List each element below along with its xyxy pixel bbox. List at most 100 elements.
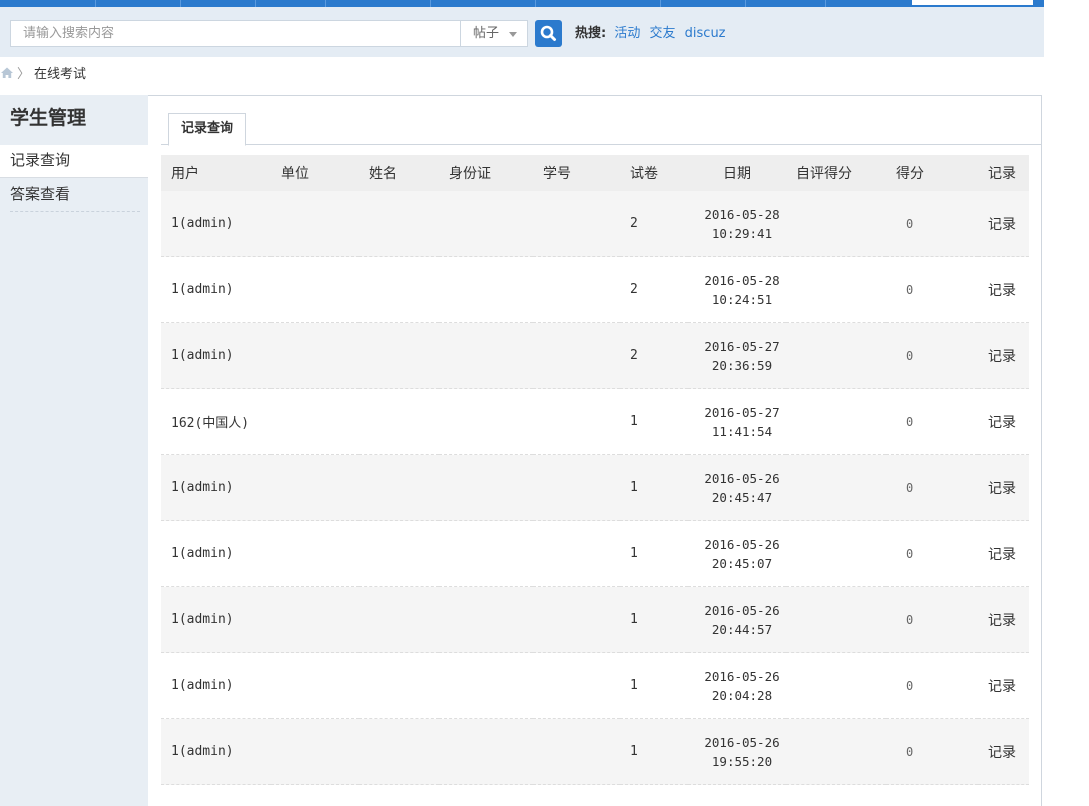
cell-id-card (439, 454, 533, 521)
cell-date-day: 2016-05-26 (704, 602, 780, 618)
cell-unit (271, 454, 359, 521)
cell-id-card (439, 520, 533, 587)
cell-self-score (786, 191, 886, 257)
cell-self-score (786, 652, 886, 719)
record-link[interactable]: 记录 (988, 679, 1016, 695)
table-header: 用户 单位 姓名 身份证 学号 试卷 日期 自评得分 得分 记录 (161, 155, 1029, 191)
cell-id-card (439, 191, 533, 257)
cell-score: 0 (886, 322, 978, 389)
cell-date-time: 20:44:57 (711, 621, 773, 637)
cell-date-day: 2016-05-28 (704, 206, 780, 222)
cell-self-score (786, 520, 886, 587)
cell-student-no (533, 454, 620, 521)
cell-name (359, 520, 439, 587)
user-box[interactable] (912, 0, 1033, 5)
cell-date: 2016-05-26 20:45:07 (688, 520, 786, 587)
record-link[interactable]: 记录 (988, 415, 1016, 431)
table-row: 1(admin) 1 2016-05-26 20:44:57 0 记录 (161, 586, 1029, 653)
cell-date-time: 20:36:59 (711, 357, 773, 373)
cell-id-card (439, 388, 533, 455)
cell-score: 0 (886, 191, 978, 257)
cell-paper: 1 (620, 652, 688, 719)
cell-unit (271, 388, 359, 455)
search-type-label: 帖子 (473, 26, 500, 41)
sidebar-item-answer-view[interactable]: 答案查看 (0, 178, 148, 212)
cell-name (359, 322, 439, 389)
record-link[interactable]: 记录 (988, 745, 1016, 761)
record-link[interactable]: 记录 (988, 547, 1016, 563)
col-student-no: 学号 (533, 155, 620, 191)
cell-record: 记录 (978, 586, 1029, 653)
cell-date-time: 20:04:28 (711, 687, 773, 703)
cell-paper: 1 (620, 520, 688, 587)
search-button[interactable] (535, 20, 562, 47)
cell-date: 2016-05-27 20:36:59 (688, 322, 786, 389)
cell-paper: 1 (620, 454, 688, 521)
hot-link-activity[interactable]: 活动 (614, 26, 640, 41)
record-link[interactable]: 记录 (988, 481, 1016, 497)
record-link[interactable]: 记录 (988, 217, 1016, 233)
cell-self-score (786, 322, 886, 389)
cell-score: 0 (886, 388, 978, 455)
cell-self-score (786, 388, 886, 455)
nav-divider (95, 0, 96, 7)
col-paper: 试卷 (620, 155, 688, 191)
cell-paper: 1 (620, 718, 688, 785)
record-link[interactable]: 记录 (988, 349, 1016, 365)
tab-bar: 记录查询 (161, 108, 1041, 146)
hot-link-discuz[interactable]: discuz (685, 26, 726, 41)
sidebar-title: 学生管理 (10, 107, 87, 129)
table-row: 1(admin) 1 2016-05-26 20:45:47 0 记录 (161, 454, 1029, 521)
sidebar-item-record-query[interactable]: 记录查询 (0, 145, 148, 178)
search-input[interactable]: 请输入搜索内容 (10, 20, 460, 47)
cell-date: 2016-05-26 20:44:57 (688, 586, 786, 653)
hot-link-friends[interactable]: 交友 (650, 26, 676, 41)
cell-unit (271, 322, 359, 389)
cell-date: 2016-05-26 20:45:47 (688, 454, 786, 521)
cell-id-card (439, 718, 533, 785)
nav-divider (535, 0, 536, 7)
col-name: 姓名 (359, 155, 439, 191)
cell-user: 162(中国人) (161, 388, 271, 455)
cell-date: 2016-05-26 20:04:28 (688, 652, 786, 719)
cell-self-score (786, 586, 886, 653)
cell-date-day: 2016-05-26 (704, 668, 780, 684)
cell-name (359, 586, 439, 653)
cell-user: 1(admin) (161, 191, 271, 257)
cell-user: 1(admin) (161, 520, 271, 587)
record-link[interactable]: 记录 (988, 283, 1016, 299)
hot-search: 热搜: 活动 交友 discuz (575, 20, 731, 47)
search-icon (540, 25, 556, 41)
cell-date: 2016-05-27 11:41:54 (688, 388, 786, 455)
cell-id-card (439, 586, 533, 653)
cell-date-day: 2016-05-26 (704, 470, 780, 486)
cell-unit (271, 586, 359, 653)
cell-user: 1(admin) (161, 652, 271, 719)
cell-paper: 1 (620, 388, 688, 455)
cell-user: 1(admin) (161, 718, 271, 785)
breadcrumb-separator: 〉 (17, 67, 31, 82)
search-bar: 请输入搜索内容 帖子 热搜: 活动 交友 discuz (0, 7, 1044, 57)
cell-user: 1(admin) (161, 322, 271, 389)
cell-student-no (533, 322, 620, 389)
nav-divider (430, 0, 431, 7)
table-row: 1(admin) 2 2016-05-28 10:24:51 0 记录 (161, 256, 1029, 323)
cell-date: 2016-05-28 10:29:41 (688, 191, 786, 257)
nav-divider (825, 0, 826, 7)
cell-student-no (533, 191, 620, 257)
cell-name (359, 454, 439, 521)
col-date: 日期 (688, 155, 786, 191)
records-table: 用户 单位 姓名 身份证 学号 试卷 日期 自评得分 得分 记录 1(admin… (161, 155, 1029, 785)
cell-self-score (786, 256, 886, 323)
cell-record: 记录 (978, 256, 1029, 323)
cell-name (359, 191, 439, 257)
home-icon[interactable] (0, 66, 14, 80)
search-type-select[interactable]: 帖子 (460, 20, 528, 47)
table-row: 162(中国人) 1 2016-05-27 11:41:54 0 记录 (161, 388, 1029, 455)
cell-unit (271, 520, 359, 587)
col-score: 得分 (886, 155, 978, 191)
table-row: 1(admin) 1 2016-05-26 20:04:28 0 记录 (161, 652, 1029, 719)
col-record: 记录 (978, 155, 1029, 191)
tab-record-query[interactable]: 记录查询 (168, 113, 247, 146)
record-link[interactable]: 记录 (988, 613, 1016, 629)
